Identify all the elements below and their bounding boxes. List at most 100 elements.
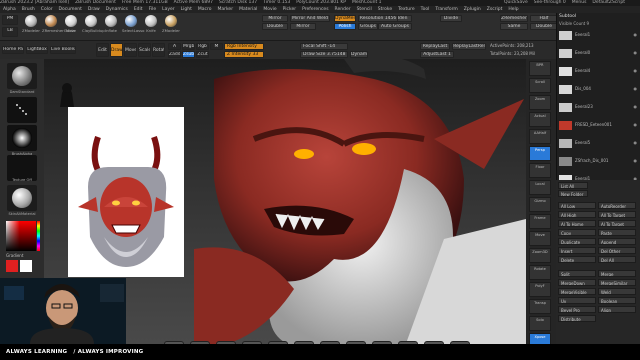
split-merge-distribute[interactable]: Distribute bbox=[558, 315, 596, 322]
eye-icon[interactable]: ● bbox=[634, 119, 638, 130]
subtool-btn-delete[interactable]: Delete bbox=[558, 256, 596, 263]
texture-slot[interactable]: Texture Off bbox=[7, 155, 37, 182]
menu-file[interactable]: File bbox=[149, 7, 157, 12]
replay-last-button[interactable]: ReplayLast bbox=[420, 43, 450, 50]
split-merge-mergevisible[interactable]: MergeVisible bbox=[558, 288, 596, 295]
menu-material[interactable]: Material bbox=[239, 7, 257, 12]
mode-move-button[interactable]: Move bbox=[124, 43, 137, 57]
tool-claybuildup[interactable]: ClayBuildup bbox=[82, 15, 105, 37]
subtool-item[interactable]: Eeeral23 ● bbox=[557, 101, 640, 112]
dynamic-toggle[interactable]: Dynamic bbox=[350, 51, 368, 58]
mirror-button-5[interactable]: Auto Groups bbox=[378, 23, 412, 30]
tool-zremesherguide[interactable]: ZRemesherGuide bbox=[42, 15, 75, 37]
list-all-button[interactable]: List All bbox=[558, 182, 588, 189]
title-right-item[interactable]: DefaultZScript bbox=[592, 0, 625, 5]
secondary-color-swatch[interactable] bbox=[20, 260, 32, 272]
rgb-toggle-mrgb[interactable]: Mrgb bbox=[182, 43, 195, 50]
replay-last-rel-button[interactable]: ReplayLastRel bbox=[452, 43, 486, 50]
adjust-last-slider[interactable]: AdjustLast 1 bbox=[420, 51, 454, 58]
rgb-toggle-m[interactable]: M bbox=[210, 43, 223, 50]
subtool-btn-paste[interactable]: Paste bbox=[598, 229, 636, 236]
menu-zscript[interactable]: Zscript bbox=[487, 7, 503, 12]
subtool-item[interactable]: ZSfrach_Dis_001 ● bbox=[557, 155, 640, 166]
rgb-intensity-slider[interactable]: Rgb Intensity bbox=[224, 43, 264, 50]
subtool-btn-del-other[interactable]: Del Other bbox=[598, 247, 636, 254]
mirror-button-1[interactable]: Mirror And Weld bbox=[290, 15, 330, 22]
tool-knife[interactable]: Knife bbox=[142, 15, 160, 37]
eye-icon[interactable]: ● bbox=[634, 47, 638, 58]
menu-preferences[interactable]: Preferences bbox=[302, 7, 328, 12]
split-merge-split[interactable]: Split bbox=[558, 270, 596, 277]
dynamesh-button-2[interactable]: Polish bbox=[334, 23, 356, 30]
subtool-item[interactable]: Eeeral1 ● bbox=[557, 29, 640, 40]
sculpt-model[interactable] bbox=[194, 59, 526, 349]
dynamesh-button-1[interactable]: Resolution 1456 bbox=[358, 15, 398, 22]
dock-aahalf-button[interactable]: AAHalf bbox=[529, 129, 551, 144]
mode-scale-button[interactable]: Scale bbox=[138, 43, 151, 57]
live-boolean-button[interactable]: Live Boolean bbox=[50, 46, 76, 54]
tool-selectlasso[interactable]: SelectLasso bbox=[122, 15, 144, 37]
main-color-swatch[interactable] bbox=[6, 260, 18, 272]
focal-shift-slider[interactable]: Focal Shift -14 bbox=[300, 43, 348, 50]
subtool-item[interactable]: Dis_004 ● bbox=[557, 83, 640, 94]
home-page-button[interactable]: Home Page bbox=[2, 46, 24, 54]
tool-zmodeler[interactable]: ZModeler bbox=[22, 15, 40, 37]
menu-brush[interactable]: Brush bbox=[22, 7, 35, 12]
subtool-btn-all-high[interactable]: All High bbox=[558, 211, 596, 218]
mode-draw-button[interactable]: Draw bbox=[110, 43, 123, 57]
zremesher-button-2[interactable]: Same bbox=[500, 23, 528, 30]
rgb-toggle-zsub[interactable]: Zsub bbox=[182, 51, 195, 58]
title-right-item[interactable]: See-through 0 bbox=[534, 0, 566, 5]
dock-persp-button[interactable]: Persp bbox=[529, 146, 551, 161]
subtool-btn-insert[interactable]: Insert bbox=[558, 247, 596, 254]
mirror-button-3[interactable]: Mirror bbox=[290, 23, 316, 30]
dock-polyf-button[interactable]: PolyF bbox=[529, 282, 551, 297]
split-merge-weld[interactable]: Weld bbox=[598, 288, 636, 295]
split-merge-merge[interactable]: Merge bbox=[598, 270, 636, 277]
menu-stencil[interactable]: Stencil bbox=[357, 7, 372, 12]
eye-icon[interactable]: ● bbox=[634, 101, 638, 112]
reference-image[interactable] bbox=[68, 107, 184, 277]
mode-edit-button[interactable]: Edit bbox=[96, 43, 109, 57]
dock-zoom3d-button[interactable]: Zoom3D bbox=[529, 248, 551, 263]
subtool-item[interactable]: Eeeral4 ● bbox=[557, 65, 640, 76]
subtool-item[interactable]: Eeeral5 ● bbox=[557, 137, 640, 148]
zremesher-button-1[interactable]: Half bbox=[530, 15, 558, 22]
title-right-item[interactable]: Menus bbox=[572, 0, 587, 5]
menu-render[interactable]: Render bbox=[335, 7, 351, 12]
menu-light[interactable]: Light bbox=[181, 7, 192, 12]
dock-move-button[interactable]: Move bbox=[529, 231, 551, 246]
menu-movie[interactable]: Movie bbox=[263, 7, 276, 12]
rgb-toggle-a[interactable]: A bbox=[168, 43, 181, 50]
subtool-btn-all-to-target[interactable]: All To Target bbox=[598, 211, 636, 218]
split-merge-boolean[interactable]: Boolean bbox=[598, 297, 636, 304]
alpha-slot[interactable]: BrushAlpha bbox=[7, 125, 37, 156]
dock-floor-button[interactable]: Floor bbox=[529, 163, 551, 178]
dock-local-button[interactable]: Local bbox=[529, 180, 551, 195]
menu-layer[interactable]: Layer bbox=[162, 7, 175, 12]
eye-icon[interactable]: ● bbox=[634, 83, 638, 94]
subtool-btn-duplicate[interactable]: Duplicate bbox=[558, 238, 596, 245]
subtool-btn-al-to-target[interactable]: Al To Target bbox=[598, 220, 636, 227]
dynamesh-button-4[interactable]: Divide bbox=[440, 15, 462, 22]
stroke-slot[interactable] bbox=[7, 97, 37, 123]
menu-tool[interactable]: Tool bbox=[421, 7, 430, 12]
lightbox-button[interactable]: LB bbox=[2, 27, 18, 37]
subtool-btn-al-to-home[interactable]: Al To Home bbox=[558, 220, 596, 227]
menu-transform[interactable]: Transform bbox=[435, 7, 457, 12]
dock-zoom-button[interactable]: Zoom bbox=[529, 95, 551, 110]
eye-icon[interactable]: ● bbox=[634, 29, 638, 40]
eye-icon[interactable]: ● bbox=[634, 65, 638, 76]
mode-rotate-button[interactable]: Rotate bbox=[152, 43, 165, 57]
dock-actual-button[interactable]: Actual bbox=[529, 112, 551, 127]
eye-icon[interactable]: ● bbox=[634, 137, 638, 148]
dynamesh-button-3[interactable]: Groups bbox=[358, 23, 378, 30]
dock-gizmo-button[interactable]: Gizmo bbox=[529, 197, 551, 212]
mirror-button-2[interactable]: Double bbox=[262, 23, 288, 30]
brush-slot[interactable]: DamStandard bbox=[7, 63, 37, 94]
menu-zplugin[interactable]: Zplugin bbox=[464, 7, 481, 12]
color-picker[interactable] bbox=[6, 221, 40, 251]
dock-transp-button[interactable]: Transp bbox=[529, 299, 551, 314]
tool-inflate[interactable]: Inflate bbox=[102, 15, 120, 37]
menu-color[interactable]: Color bbox=[41, 7, 53, 12]
